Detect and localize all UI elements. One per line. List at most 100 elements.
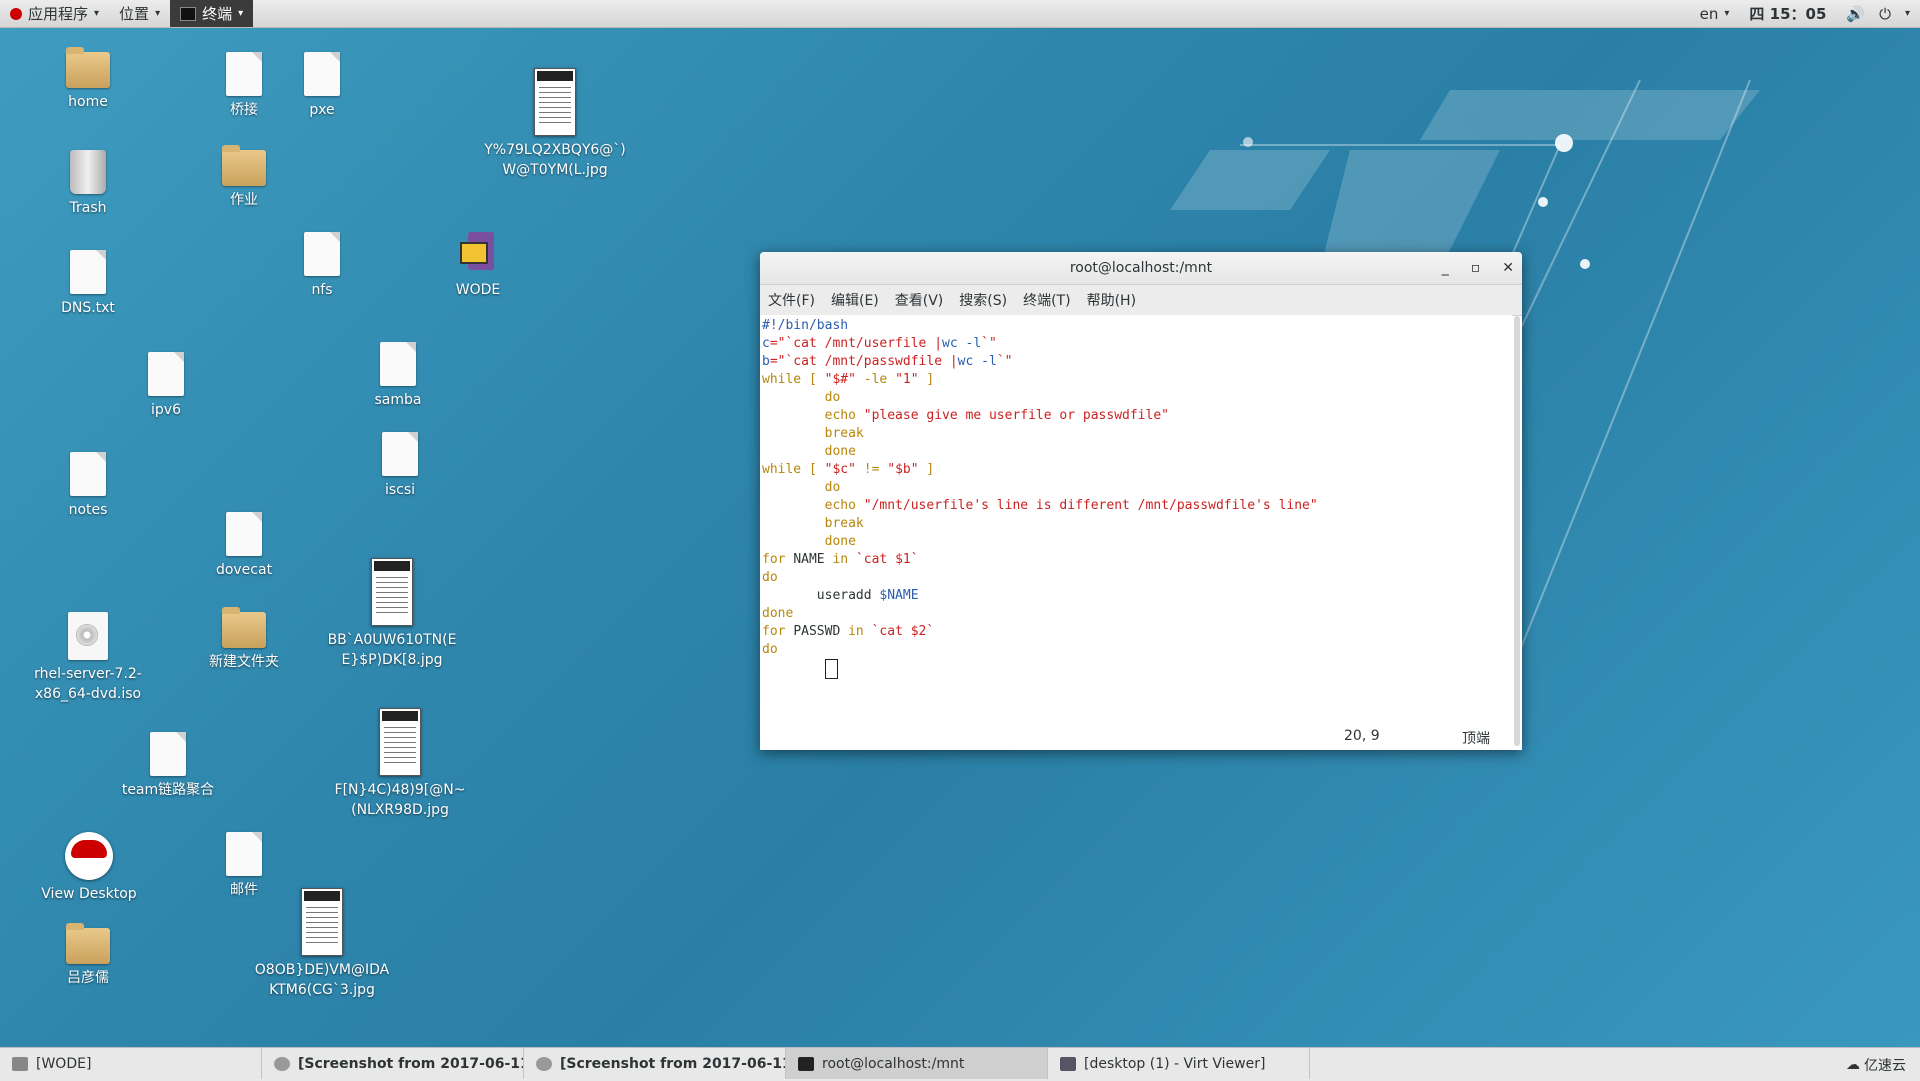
desktop-icon-notes[interactable]: notes	[28, 452, 148, 520]
code-token: break	[762, 426, 864, 441]
desktop-icon-label: dovecat	[215, 562, 273, 578]
cloud-icon: ☁	[1846, 1056, 1860, 1073]
code-token: NAME	[793, 552, 833, 567]
text-cursor	[824, 659, 838, 679]
desktop-icon-label: iscsi	[384, 482, 416, 498]
task-screenshot-1[interactable]: [Screenshot from 2017-06-11 …	[262, 1048, 524, 1079]
desktop-icon-label: WODE	[455, 282, 501, 298]
menu-terminal[interactable]: 终端(T)	[1015, 290, 1078, 310]
desktop-icon-image-1[interactable]: Y%79LQ2XBQY6@`)W@T0YM(L.jpg	[480, 68, 630, 180]
places-menu[interactable]: 位置 ▾	[109, 0, 170, 27]
code-line: done	[760, 533, 1512, 551]
chevron-down-icon: ▾	[238, 8, 244, 19]
task-virt-viewer[interactable]: [desktop (1) - Virt Viewer]	[1048, 1048, 1310, 1079]
terminal-menubar: 文件(F) 编辑(E) 查看(V) 搜索(S) 终端(T) 帮助(H)	[760, 285, 1522, 316]
code-line: do	[760, 641, 1512, 659]
code-token: #!/bin/bash	[762, 318, 849, 333]
image-thumbnail-icon	[379, 708, 421, 776]
code-token: `"	[981, 336, 997, 351]
document-icon	[226, 52, 262, 96]
desktop-icon-new-folder[interactable]: 新建文件夹	[184, 607, 304, 672]
code-token: ]	[918, 372, 935, 387]
maximize-icon[interactable]: ▫	[1471, 260, 1481, 276]
desktop-icon-label: 新建文件夹	[209, 654, 279, 670]
code-line: echo "/mnt/userfile's line is different …	[760, 497, 1512, 515]
desktop-icon-user-folder[interactable]: 吕彦儒	[28, 923, 148, 988]
terminal-window[interactable]: root@localhost:/mnt _ ▫ ✕ 文件(F) 编辑(E) 查看…	[760, 252, 1522, 750]
close-icon[interactable]: ✕	[1502, 260, 1514, 276]
document-icon	[148, 352, 184, 396]
language-selector[interactable]: en ▾	[1690, 0, 1740, 27]
monitor-icon	[1060, 1056, 1076, 1071]
desktop-icon-iscsi[interactable]: iscsi	[340, 432, 460, 500]
code-line: done	[760, 605, 1512, 623]
code-line: do	[760, 389, 1512, 407]
desktop-icon-nfs[interactable]: nfs	[262, 232, 382, 300]
scroll-position: 顶端	[1462, 731, 1490, 747]
code-token: for	[762, 552, 794, 567]
clock-label: 四 15：05	[1749, 5, 1827, 23]
task-screenshot-2[interactable]: [Screenshot from 2017-06-11 …	[524, 1048, 786, 1079]
applications-label: 应用程序	[28, 5, 89, 23]
code-token: ="`cat /mnt/userfile |	[769, 336, 943, 351]
desktop-icon-label: rhel-server-7.2-x86_64-dvd.iso	[34, 666, 142, 702]
desktop-icon-label: nfs	[311, 282, 333, 298]
code-token: do	[762, 480, 841, 495]
task-terminal[interactable]: root@localhost:/mnt	[786, 1048, 1048, 1079]
desktop-icon-view-desktop[interactable]: View Desktop	[28, 832, 150, 904]
desktop-icon-home[interactable]: home	[28, 47, 148, 112]
clock[interactable]: 四 15：05	[1739, 0, 1836, 27]
redhat-icon	[10, 7, 22, 20]
desktop-icon-samba[interactable]: samba	[338, 342, 458, 410]
desktop-icon-dns[interactable]: DNS.txt	[28, 250, 148, 318]
code-token: "$c"	[824, 462, 856, 477]
desktop-icon-rhel-iso[interactable]: rhel-server-7.2-x86_64-dvd.iso	[18, 612, 158, 704]
editor-status-line: 20, 9 顶端	[760, 728, 1512, 748]
watermark-label: 亿速云	[1864, 1057, 1906, 1074]
desktop-icon-image-2[interactable]: BB`A0UW610TN(EE}$P)DK[8.jpg	[322, 558, 462, 670]
desktop-icon-pxe[interactable]: pxe	[262, 52, 382, 120]
applications-menu[interactable]: 应用程序 ▾	[0, 0, 109, 27]
minimize-icon[interactable]: _	[1442, 260, 1449, 276]
document-icon	[70, 452, 106, 496]
active-app-menu[interactable]: 终端 ▾	[170, 0, 254, 27]
desktop-icon-trash[interactable]: Trash	[28, 150, 148, 218]
desktop-icon-ipv6[interactable]: ipv6	[106, 352, 226, 420]
image-thumbnail-icon	[534, 68, 576, 136]
menu-search[interactable]: 搜索(S)	[951, 290, 1015, 310]
desktop-icon-image-4[interactable]: O8OB}DE)VM@IDAKTM6(CG`3.jpg	[252, 888, 392, 1000]
desktop-icon-wode[interactable]: WODE	[418, 232, 538, 300]
active-app-label: 终端	[202, 5, 233, 23]
code-token: ]	[918, 462, 935, 477]
desktop-icon-dovecat[interactable]: dovecat	[184, 512, 304, 580]
menu-view[interactable]: 查看(V)	[887, 290, 952, 310]
code-token: c	[762, 336, 770, 351]
system-menu[interactable]: 🔊 ⏻ ▾	[1836, 0, 1920, 27]
menu-help[interactable]: 帮助(H)	[1079, 290, 1144, 310]
window-titlebar[interactable]: root@localhost:/mnt _ ▫ ✕	[760, 252, 1522, 285]
terminal-scrollbar[interactable]	[1514, 316, 1520, 746]
desktop-icon-label: 吕彦儒	[67, 970, 109, 986]
document-icon	[70, 250, 106, 294]
code-token: `"	[996, 354, 1013, 369]
desktop-icon-team[interactable]: team链路聚合	[106, 732, 230, 800]
task-label: [Screenshot from 2017-06-11 …	[298, 1055, 524, 1072]
desktop-icon-label: View Desktop	[41, 886, 137, 902]
code-token: "/mnt/userfile's line is different /mnt/…	[863, 498, 1318, 513]
desktop-icon-homework[interactable]: 作业	[184, 145, 304, 210]
task-wode[interactable]: [WODE]	[0, 1048, 262, 1079]
desktop-icon-label: BB`A0UW610TN(EE}$P)DK[8.jpg	[327, 632, 457, 668]
code-token: -le	[855, 372, 896, 387]
code-line: break	[760, 515, 1512, 533]
folder-icon	[222, 145, 266, 186]
code-token: for	[762, 624, 794, 639]
document-icon	[380, 342, 416, 386]
code-line: done	[760, 443, 1512, 461]
menu-file[interactable]: 文件(F)	[760, 290, 823, 310]
menu-edit[interactable]: 编辑(E)	[823, 290, 887, 310]
terminal-content[interactable]: #!/bin/bash c="`cat /mnt/userfile |wc -l`…	[760, 315, 1512, 750]
desktop-icon-label: notes	[68, 502, 108, 518]
desktop-icon-image-3[interactable]: F[N}4C)48)9[@N~(NLXR98D.jpg	[330, 708, 470, 820]
code-line: break	[760, 425, 1512, 443]
places-label: 位置	[119, 5, 150, 23]
